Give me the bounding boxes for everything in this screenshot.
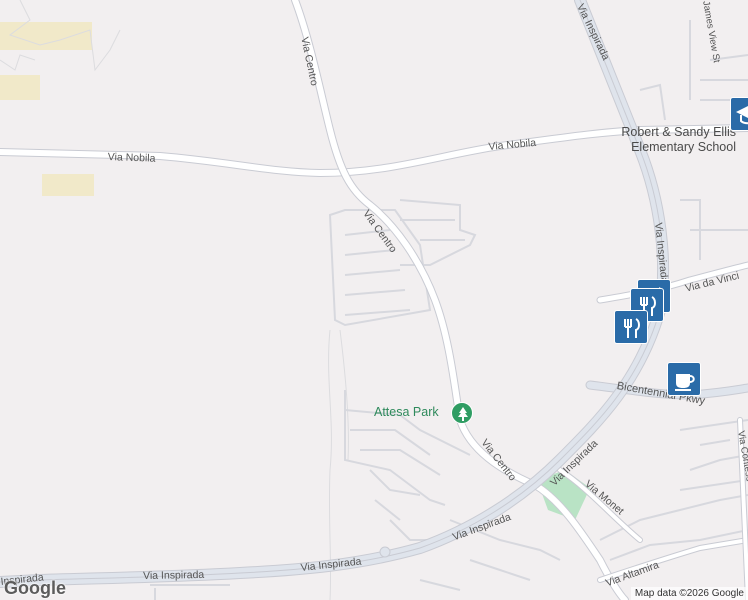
school-icon[interactable] <box>730 97 748 131</box>
roundabout <box>379 546 391 558</box>
map-view[interactable]: Via Centro Via Centro Via Centro Via Nob… <box>0 0 748 600</box>
restaurant-icon[interactable] <box>614 310 648 344</box>
park-icon[interactable] <box>451 402 473 424</box>
cafe-icon[interactable] <box>667 362 701 396</box>
sand-area <box>42 174 94 196</box>
sand-area <box>0 75 40 100</box>
map-attribution: Map data ©2026 Google <box>630 587 748 600</box>
road-label-via-inspirada: Via Inspirada <box>143 568 205 582</box>
google-logo: Google <box>4 578 66 598</box>
park-label[interactable]: Attesa Park <box>374 405 439 419</box>
school-label[interactable]: Robert & Sandy Ellis Elementary School <box>596 125 736 155</box>
road-label-via-nobila: Via Nobila <box>107 151 156 165</box>
school-name-line1: Robert & Sandy Ellis <box>621 125 736 139</box>
school-name-line2: Elementary School <box>631 140 736 154</box>
